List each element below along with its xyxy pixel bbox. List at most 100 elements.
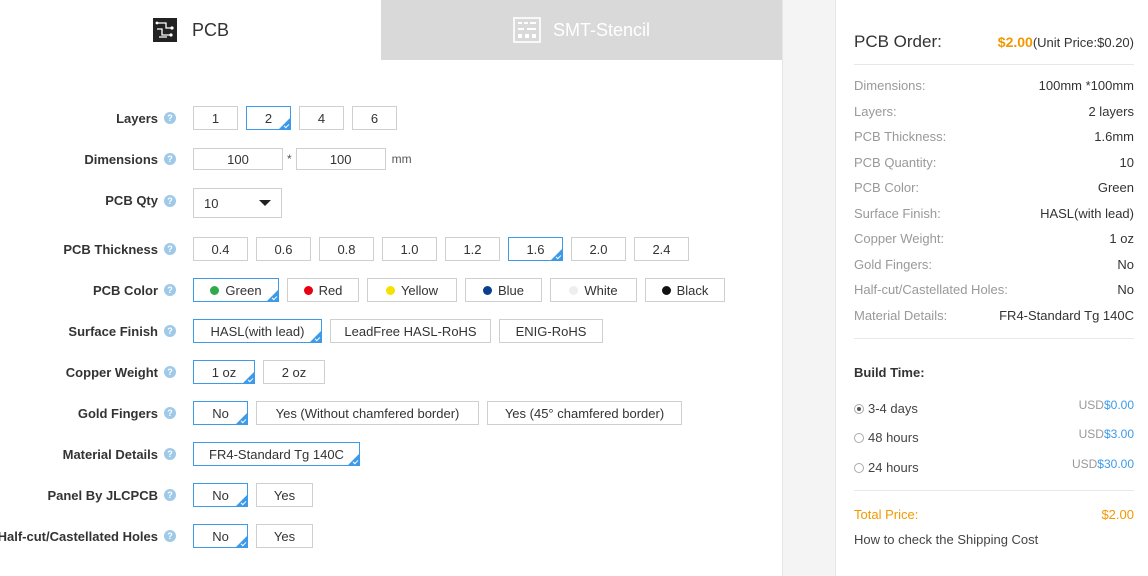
spec-key: PCB Thickness: xyxy=(854,129,947,144)
panel-row: Panel By JLCPCB ? No Yes xyxy=(0,482,782,508)
help-icon[interactable]: ? xyxy=(164,325,176,337)
thickness-option-1.2[interactable]: 1.2 xyxy=(445,237,500,261)
pcb-board-icon xyxy=(152,17,178,43)
color-label-wrap: PCB Color ? xyxy=(93,283,176,298)
gold-option-45-chamfer[interactable]: Yes (45° chamfered border) xyxy=(487,401,682,425)
spec-row: PCB Quantity: 10 xyxy=(854,155,1134,170)
radio-icon[interactable] xyxy=(854,432,864,443)
spec-value: 1.6mm xyxy=(1094,129,1134,144)
layers-option-2[interactable]: 2 xyxy=(246,106,291,130)
dimension-height-input[interactable] xyxy=(295,148,386,170)
thickness-option-0.4[interactable]: 0.4 xyxy=(193,237,248,261)
thickness-option-1.0[interactable]: 1.0 xyxy=(382,237,437,261)
black-swatch-icon xyxy=(661,285,671,295)
help-icon[interactable]: ? xyxy=(164,530,176,542)
build-time-choice: 48 hours xyxy=(854,430,919,445)
build-time-currency: USD xyxy=(1078,427,1104,441)
build-time-label: 24 hours xyxy=(868,460,919,475)
radio-icon[interactable] xyxy=(854,462,864,473)
panel-option-yes[interactable]: Yes xyxy=(256,483,313,507)
build-time-label: 3-4 days xyxy=(868,401,918,416)
copper-option-1oz[interactable]: 1 oz xyxy=(193,360,255,384)
spec-key: PCB Quantity: xyxy=(854,155,937,170)
spec-key: Gold Fingers: xyxy=(854,257,933,272)
surface-option-hasl-lead[interactable]: HASL(with lead) xyxy=(193,319,322,343)
panel-option-no[interactable]: No xyxy=(193,483,248,507)
build-time-amount: $30.00 xyxy=(1097,457,1134,471)
color-option-label: Yellow xyxy=(400,282,439,298)
spec-value: Green xyxy=(1097,180,1134,195)
help-icon[interactable]: ? xyxy=(164,112,176,124)
dimensions-label-wrap: Dimensions ? xyxy=(84,152,176,167)
gold-option-without-chamfer[interactable]: Yes (Without chamfered border) xyxy=(256,401,479,425)
color-option-label: Green xyxy=(225,282,262,298)
green-swatch-icon xyxy=(210,285,220,295)
layers-option-4[interactable]: 4 xyxy=(299,106,344,130)
radio-selected-icon[interactable] xyxy=(854,403,864,414)
help-icon[interactable]: ? xyxy=(164,407,176,419)
blue-swatch-icon xyxy=(482,285,492,295)
thickness-option-2.0[interactable]: 2.0 xyxy=(571,237,626,261)
tab-pcb[interactable]: PCB xyxy=(0,0,381,60)
surface-option-enig[interactable]: ENIG-RoHS xyxy=(499,319,603,343)
color-option-black[interactable]: Black xyxy=(645,278,725,302)
color-option-red[interactable]: Red xyxy=(287,278,359,302)
tab-smt-stencil[interactable]: SMT-Stencil xyxy=(381,0,782,60)
total-price-value: $2.00 xyxy=(1101,507,1134,522)
build-time-option[interactable]: 3-4 days USD$0.00 xyxy=(854,397,1134,416)
layers-option-6[interactable]: 6 xyxy=(352,106,397,130)
dimensions-row: Dimensions ? * mm xyxy=(0,146,782,172)
summary-divider xyxy=(854,490,1134,491)
help-icon[interactable]: ? xyxy=(164,243,176,255)
help-icon[interactable]: ? xyxy=(164,284,176,296)
build-time-label: 48 hours xyxy=(868,430,919,445)
help-icon[interactable]: ? xyxy=(164,194,176,207)
color-option-label: Red xyxy=(318,282,343,298)
red-swatch-icon xyxy=(303,285,313,295)
total-price-row: Total Price: $2.00 xyxy=(854,507,1134,522)
gold-fingers-label: Gold Fingers xyxy=(77,405,158,421)
build-time-currency: USD xyxy=(1071,457,1098,471)
thickness-option-1.6[interactable]: 1.6 xyxy=(508,237,563,261)
spec-key: Copper Weight: xyxy=(854,231,945,246)
build-time-option[interactable]: 48 hours USD$3.00 xyxy=(854,426,1134,445)
build-time-amount: $0.00 xyxy=(1103,398,1134,412)
gold-fingers-label-wrap: Gold Fingers ? xyxy=(78,406,176,421)
dimension-width-input[interactable] xyxy=(193,148,283,170)
thickness-option-2.4[interactable]: 2.4 xyxy=(634,237,689,261)
help-icon[interactable]: ? xyxy=(164,489,176,501)
color-option-blue[interactable]: Blue xyxy=(465,278,542,302)
halfcut-option-yes[interactable]: Yes xyxy=(256,524,313,548)
spec-value: HASL(with lead) xyxy=(1040,206,1134,221)
color-option-white[interactable]: White xyxy=(550,278,637,302)
spec-value: No xyxy=(1117,282,1134,297)
help-icon[interactable]: ? xyxy=(164,366,176,378)
help-icon[interactable]: ? xyxy=(164,448,176,460)
pcb-qty-select[interactable]: 10 xyxy=(193,188,282,218)
copper-option-2oz[interactable]: 2 oz xyxy=(263,360,325,384)
copper-weight-label: Copper Weight xyxy=(65,364,158,380)
spec-value: 100mm *100mm xyxy=(1038,78,1134,93)
spec-key: PCB Color: xyxy=(854,180,920,195)
summary-divider xyxy=(854,338,1134,339)
help-icon[interactable]: ? xyxy=(164,153,176,165)
gold-fingers-row: Gold Fingers ? No Yes (Without chamfered… xyxy=(0,400,782,426)
gold-option-no[interactable]: No xyxy=(193,401,248,425)
material-option-fr4[interactable]: FR4-Standard Tg 140C xyxy=(193,442,360,466)
thickness-row: PCB Thickness ? 0.4 0.6 0.8 1.0 1.2 1.6 … xyxy=(0,236,782,262)
pcb-qty-value: 10 xyxy=(204,195,219,211)
build-time-option[interactable]: 24 hours USD$30.00 xyxy=(854,456,1134,475)
surface-option-leadfree-hasl[interactable]: LeadFree HASL-RoHS xyxy=(330,319,491,343)
color-option-green[interactable]: Green xyxy=(193,278,279,302)
pcb-qty-label: PCB Qty xyxy=(105,193,158,208)
halfcut-option-no[interactable]: No xyxy=(193,524,248,548)
layers-option-1[interactable]: 1 xyxy=(193,106,238,130)
order-summary-header: PCB Order: $2.00(Unit Price:$0.20) xyxy=(854,32,1134,52)
surface-finish-label: Surface Finish xyxy=(68,323,158,339)
shipping-cost-link[interactable]: How to check the Shipping Cost xyxy=(854,532,1038,547)
color-option-yellow[interactable]: Yellow xyxy=(367,278,457,302)
dimension-unit: mm xyxy=(391,152,412,166)
build-time-price: USD$30.00 xyxy=(1072,456,1134,471)
thickness-option-0.6[interactable]: 0.6 xyxy=(256,237,311,261)
thickness-option-0.8[interactable]: 0.8 xyxy=(319,237,374,261)
